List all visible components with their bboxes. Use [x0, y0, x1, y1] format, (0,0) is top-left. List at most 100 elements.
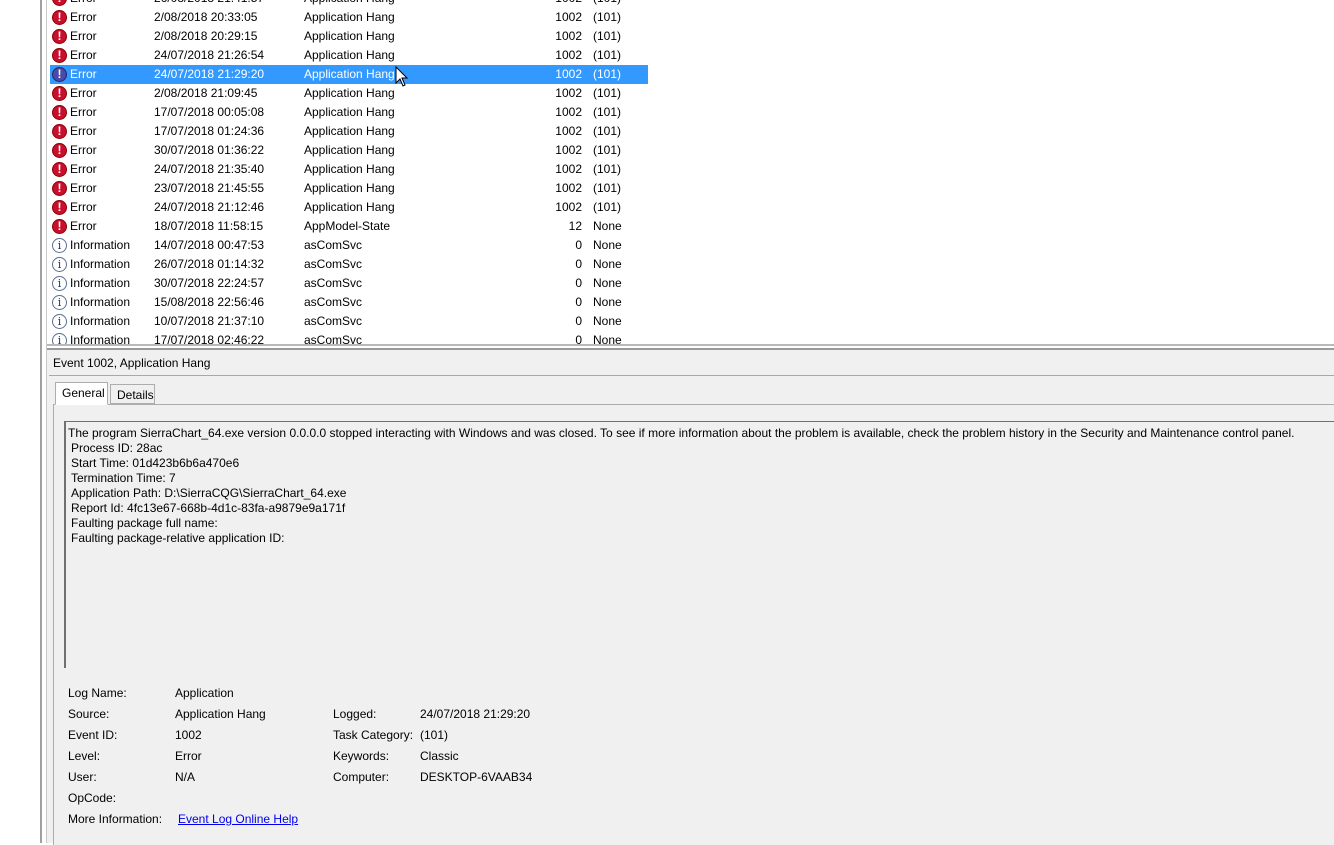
left-gutter [0, 0, 40, 843]
event-task-category: None [593, 238, 622, 252]
event-id: 1002 [555, 162, 582, 176]
description-line: Termination Time: 7 [71, 471, 176, 485]
event-task-category: (101) [593, 67, 622, 81]
event-id: 1002 [555, 86, 582, 100]
event-id: 1002 [555, 181, 582, 195]
event-level: Error [70, 48, 97, 62]
event-date: 17/07/2018 01:24:36 [154, 124, 265, 138]
event-row[interactable]: Error 24/07/2018 21:35:40 Application Hang… [47, 160, 1334, 179]
more-info-label: More Information: [68, 812, 163, 826]
event-source: asComSvc [304, 295, 363, 309]
event-detail-title: Event 1002, Application Hang [53, 356, 211, 370]
keywords-value: Classic [420, 749, 459, 763]
event-row[interactable]: Information 30/07/2018 22:24:57 asComSvc 0N… [47, 274, 1334, 293]
computer-value: DESKTOP-6VAAB34 [420, 770, 533, 784]
event-row[interactable]: Error 24/07/2018 21:26:54 Application Hang… [47, 46, 1334, 65]
error-icon [52, 142, 67, 159]
log-name-label: Log Name: [68, 686, 127, 700]
tab-details[interactable]: Details [110, 384, 155, 404]
event-source: Application Hang [304, 67, 395, 81]
event-date: 17/07/2018 00:05:08 [154, 105, 265, 119]
event-date: 24/07/2018 21:35:40 [154, 162, 265, 176]
event-detail-pane: Event 1002, Application Hang General Det… [47, 348, 1334, 845]
event-row[interactable]: Error 18/07/2018 11:58:15 AppModel-State 12… [47, 217, 1334, 236]
error-icon [52, 123, 67, 140]
event-row[interactable]: Error 23/07/2018 21:45:55 Application Hang… [47, 179, 1334, 198]
event-list[interactable]: Error 26/08/2018 21:41:57 Application Hang… [47, 0, 1334, 344]
event-date: 24/07/2018 21:29:20 [154, 67, 265, 81]
event-row[interactable]: Information 15/08/2018 22:56:46 asComSvc 0N… [47, 293, 1334, 312]
event-id: 1002 [555, 48, 582, 62]
event-row[interactable]: Information 26/07/2018 01:14:32 asComSvc 0N… [47, 255, 1334, 274]
event-date: 30/07/2018 01:36:22 [154, 143, 265, 157]
event-id: 1002 [555, 67, 582, 81]
error-icon [52, 199, 67, 216]
event-task-category: (101) [593, 86, 622, 100]
title-divider [49, 375, 1334, 376]
event-source: asComSvc [304, 314, 363, 328]
event-row[interactable]: Information 10/07/2018 21:37:10 asComSvc 0N… [47, 312, 1334, 331]
event-task-category: (101) [593, 0, 621, 8]
event-level: Information [70, 276, 131, 290]
information-icon [52, 256, 67, 273]
event-source: AppModel-State [304, 219, 391, 233]
user-label: User: [68, 770, 97, 784]
event-task-category: (101) [593, 10, 622, 24]
event-log-help-link[interactable]: Event Log Online Help [178, 812, 298, 826]
event-source: asComSvc [304, 238, 363, 252]
event-level: Error [70, 124, 97, 138]
logged-label: Logged: [333, 707, 377, 721]
event-row[interactable]: Error 24/07/2018 21:12:46 Application Hang… [47, 198, 1334, 217]
level-label: Level: [68, 749, 101, 763]
event-level: Error [70, 105, 97, 119]
event-id: 1002 [555, 143, 582, 157]
event-level: Information [70, 238, 131, 252]
event-date: 10/07/2018 21:37:10 [154, 314, 265, 328]
pane-border [40, 0, 42, 843]
event-id: 0 [575, 257, 582, 271]
event-date: 15/08/2018 22:56:46 [154, 295, 265, 309]
logged-value: 24/07/2018 21:29:20 [420, 707, 531, 721]
error-icon [52, 0, 67, 7]
event-id: 1002 [555, 105, 582, 119]
computer-label: Computer: [333, 770, 390, 784]
event-row[interactable]: Information 14/07/2018 00:47:53 asComSvc 0N… [47, 236, 1334, 255]
event-task-category: (101) [593, 143, 622, 157]
event-task-category: None [593, 314, 622, 328]
event-row[interactable]: Error 2/08/2018 20:33:05 Application Hang 1… [47, 8, 1334, 27]
event-level: Information [70, 333, 131, 344]
event-id: 1002 [555, 10, 582, 24]
error-icon [52, 28, 67, 45]
event-source: Application Hang [304, 86, 395, 100]
error-icon [52, 66, 67, 83]
event-row[interactable]: Error 2/08/2018 20:29:15 Application Hang 1… [47, 27, 1334, 46]
description-line: Report Id: 4fc13e67-668b-4d1c-83fa-a9879… [71, 501, 346, 515]
event-id: 12 [568, 219, 582, 233]
tab-general[interactable]: General [55, 382, 108, 405]
event-row[interactable]: Error 17/07/2018 00:05:08 Application Hang… [47, 103, 1334, 122]
event-date: 2/08/2018 21:09:45 [154, 86, 258, 100]
event-row[interactable]: Error 2/08/2018 21:09:45 Application Hang 1… [47, 84, 1334, 103]
event-task-category: (101) [593, 29, 622, 43]
event-id: 1002 [555, 124, 582, 138]
event-level: Error [70, 86, 97, 100]
event-task-category: None [593, 295, 622, 309]
log-name-value: Application [175, 686, 234, 700]
event-row[interactable]: Error 17/07/2018 01:24:36 Application Hang… [47, 122, 1334, 141]
event-level: Information [70, 314, 131, 328]
event-source: Application Hang [304, 10, 395, 24]
event-level: Error [70, 10, 97, 24]
event-date: 23/07/2018 21:45:55 [154, 181, 265, 195]
error-icon [52, 161, 67, 178]
event-row[interactable]: Error 30/07/2018 01:36:22 Application Hang… [47, 141, 1334, 160]
event-row[interactable]: Error 24/07/2018 21:29:20 Application Hang… [47, 65, 1334, 84]
event-date: 18/07/2018 11:58:15 [154, 219, 264, 233]
event-row[interactable]: Information 17/07/2018 02:46:22 asComSvc 0N… [47, 331, 1334, 344]
mouse-cursor-icon [395, 66, 409, 87]
event-source: Application Hang [304, 143, 395, 157]
event-source: Application Hang [304, 48, 395, 62]
error-icon [52, 47, 67, 64]
event-row[interactable]: Error 26/08/2018 21:41:57 Application Hang… [47, 0, 1334, 8]
description-line: Application Path: D:\SierraCQG\SierraCha… [71, 486, 347, 500]
event-description[interactable]: The program SierraChart_64.exe version 0… [64, 421, 1334, 668]
